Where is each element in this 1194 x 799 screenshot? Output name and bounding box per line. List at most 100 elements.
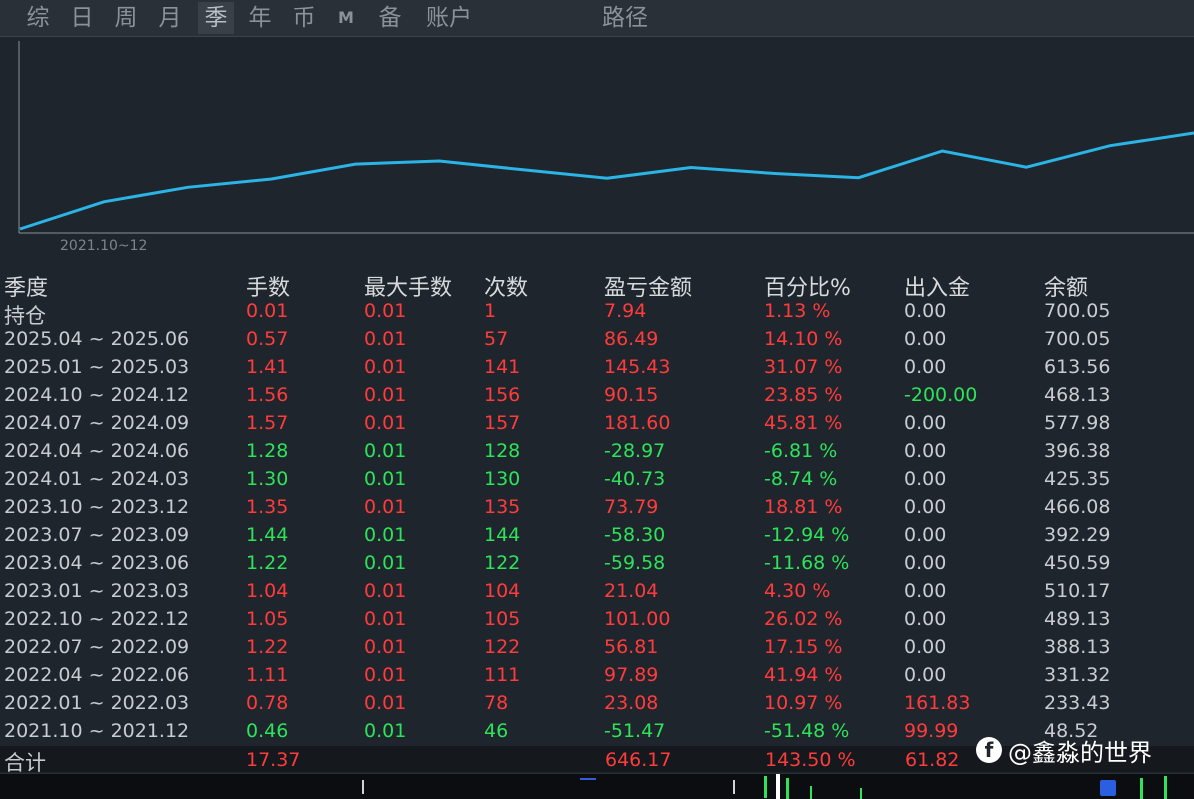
row-lots: 1.56 xyxy=(246,384,289,406)
row-flow: 0.00 xyxy=(904,664,947,686)
row-period: 2022.01 ~ 2022.03 xyxy=(4,692,190,714)
row-count: 144 xyxy=(484,524,521,546)
row-lots: 1.22 xyxy=(246,636,289,658)
row-max-lots: 0.01 xyxy=(364,664,407,686)
row-flow: 0.00 xyxy=(904,580,947,602)
row-pct: 45.81 % xyxy=(764,412,843,434)
row-lots: 1.57 xyxy=(246,412,289,434)
row-pnl: 181.60 xyxy=(604,412,671,434)
row-count: 104 xyxy=(484,580,521,602)
strip-mark xyxy=(860,788,862,799)
tab-item[interactable]: 账户 xyxy=(420,2,478,34)
row-flow: 0.00 xyxy=(904,328,947,350)
row-balance: 233.43 xyxy=(1044,692,1111,714)
row-pnl: 101.00 xyxy=(604,608,671,630)
row-flow: 0.00 xyxy=(904,552,947,574)
row-pct: 18.81 % xyxy=(764,496,843,518)
balance-line-chart xyxy=(0,37,1194,259)
tab-item[interactable]: 币 xyxy=(286,2,322,34)
chart-x-tick-label: 2021.10~12 xyxy=(60,238,148,254)
row-max-lots: 0.01 xyxy=(364,412,407,434)
watermark: f @鑫淼的世界 xyxy=(976,733,1152,767)
row-count: 122 xyxy=(484,552,521,574)
row-balance: 388.13 xyxy=(1044,636,1111,658)
row-pct: 17.15 % xyxy=(764,636,843,658)
row-period: 2025.04 ~ 2025.06 xyxy=(4,328,190,350)
row-max-lots: 0.01 xyxy=(364,328,407,350)
row-lots: 1.04 xyxy=(246,580,289,602)
row-count: 157 xyxy=(484,412,521,434)
tab-item[interactable]: 年 xyxy=(242,2,278,34)
row-pct: 4.30 % xyxy=(764,580,831,602)
row-pnl: -59.58 xyxy=(604,552,666,574)
row-pnl: 145.43 xyxy=(604,356,671,378)
row-flow: 0.00 xyxy=(904,608,947,630)
tab-item[interactable]: 日 xyxy=(64,2,100,34)
row-lots: 1.44 xyxy=(246,524,289,546)
row-pnl: 97.89 xyxy=(604,664,659,686)
header-max-lots: 最大手数 xyxy=(364,276,453,301)
row-count: 130 xyxy=(484,468,521,490)
strip-mark xyxy=(1140,778,1143,799)
header-pct: 百分比% xyxy=(764,276,851,301)
strip-mark xyxy=(1100,780,1116,796)
row-count: 141 xyxy=(484,356,521,378)
row-max-lots: 0.01 xyxy=(364,496,407,518)
row-flow: 0.00 xyxy=(904,440,947,462)
row-balance: 466.08 xyxy=(1044,496,1111,518)
period-tab-bar: 综日周月季年币 M 备账户 路径 xyxy=(0,0,1194,37)
row-flow: 0.00 xyxy=(904,412,947,434)
total-flow: 61.82 xyxy=(905,749,960,771)
row-flow: 0.00 xyxy=(904,524,947,546)
row-count: 46 xyxy=(484,720,509,742)
strip-mark xyxy=(764,776,767,798)
row-count: 111 xyxy=(484,664,521,686)
row-flow: 0.00 xyxy=(904,636,947,658)
row-flow: 0.00 xyxy=(904,300,947,322)
row-period: 2024.10 ~ 2024.12 xyxy=(4,384,190,406)
header-period: 季度 xyxy=(4,276,49,301)
row-max-lots: 0.01 xyxy=(364,384,407,406)
watermark-text: @鑫淼的世界 xyxy=(1008,738,1152,767)
row-pct: 26.02 % xyxy=(764,608,843,630)
tab-item[interactable]: 路径 xyxy=(596,2,654,34)
row-max-lots: 0.01 xyxy=(364,440,407,462)
row-pct: 31.07 % xyxy=(764,356,843,378)
strip-mark xyxy=(580,778,596,780)
tab-item[interactable]: 周 xyxy=(108,2,144,34)
header-balance: 余额 xyxy=(1044,276,1089,301)
tab-item[interactable]: M xyxy=(334,2,358,34)
row-period: 2023.01 ~ 2023.03 xyxy=(4,580,190,602)
tab-item[interactable]: 季 xyxy=(198,2,234,34)
row-count: 1 xyxy=(484,300,497,322)
row-pnl: 21.04 xyxy=(604,580,659,602)
tab-item[interactable]: 月 xyxy=(152,2,188,34)
strip-mark xyxy=(1164,776,1167,799)
row-pct: 10.97 % xyxy=(764,692,843,714)
row-flow: 0.00 xyxy=(904,356,947,378)
row-count: 105 xyxy=(484,608,521,630)
row-balance: 331.32 xyxy=(1044,664,1111,686)
total-pnl: 646.17 xyxy=(605,749,672,771)
row-lots: 1.11 xyxy=(246,664,289,686)
row-pnl: -40.73 xyxy=(604,468,666,490)
row-period: 持仓 xyxy=(4,304,46,328)
row-count: 156 xyxy=(484,384,521,406)
row-balance: 510.17 xyxy=(1044,580,1111,602)
row-max-lots: 0.01 xyxy=(364,580,407,602)
tab-item[interactable]: 综 xyxy=(20,2,56,34)
row-lots: 0.01 xyxy=(246,300,289,322)
row-flow: 99.99 xyxy=(904,720,959,742)
header-lots: 手数 xyxy=(246,276,291,301)
row-max-lots: 0.01 xyxy=(364,636,407,658)
row-flow: 0.00 xyxy=(904,468,947,490)
row-period: 2024.01 ~ 2024.03 xyxy=(4,468,190,490)
row-max-lots: 0.01 xyxy=(364,608,407,630)
row-lots: 0.57 xyxy=(246,328,289,350)
row-max-lots: 0.01 xyxy=(364,524,407,546)
row-period: 2024.04 ~ 2024.06 xyxy=(4,440,190,462)
total-lots: 17.37 xyxy=(246,749,301,771)
row-period: 2022.04 ~ 2022.06 xyxy=(4,664,190,686)
row-pnl: 7.94 xyxy=(604,300,647,322)
tab-item[interactable]: 备 xyxy=(372,2,408,34)
